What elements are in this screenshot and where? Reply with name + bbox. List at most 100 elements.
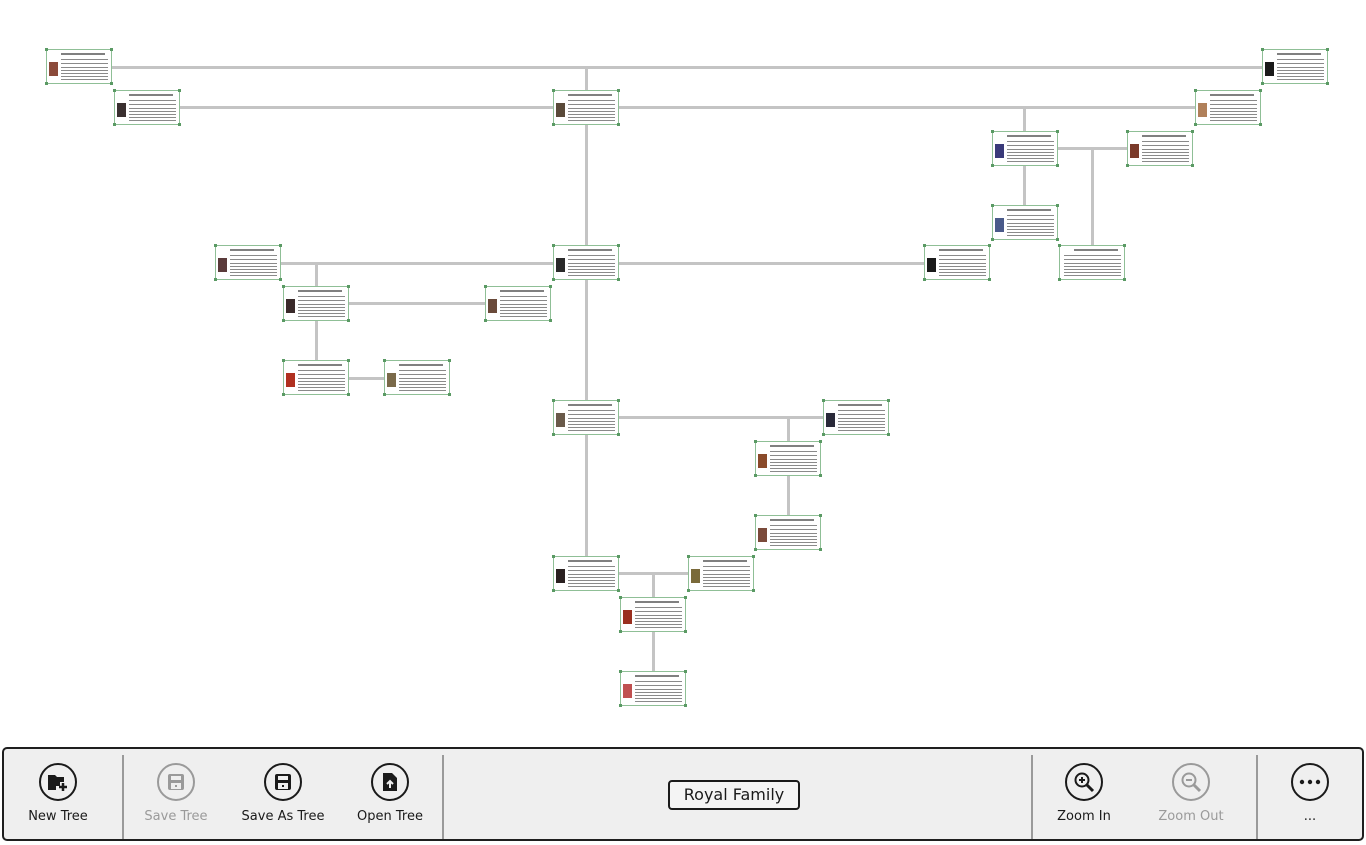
person-card[interactable] [754, 514, 822, 551]
tree-name-field[interactable]: Royal Family [668, 780, 800, 810]
person-details-line [1007, 149, 1054, 150]
person-card[interactable] [45, 48, 113, 85]
card-corner [991, 238, 994, 241]
zoom-out-button[interactable]: Zoom Out [1141, 763, 1241, 824]
connector [349, 377, 384, 380]
card-corner [822, 433, 825, 436]
person-details-line [770, 471, 817, 472]
person-details-line [770, 451, 817, 452]
person-details-line [298, 304, 345, 305]
person-name [838, 404, 882, 406]
save-as-tree-label: Save As Tree [241, 809, 325, 824]
person-card[interactable] [754, 440, 822, 477]
person-details-line [1007, 161, 1054, 162]
person-details-line [1277, 79, 1324, 80]
person-details-line [703, 566, 750, 567]
card-corner [1056, 164, 1059, 167]
person-photo [218, 258, 227, 272]
person-card[interactable] [113, 89, 181, 126]
person-details-line [568, 424, 615, 425]
save-tree-button[interactable]: Save Tree [126, 763, 226, 824]
connector [1023, 165, 1026, 205]
person-details-line [500, 304, 547, 305]
connector [180, 106, 553, 109]
card-corner [1326, 82, 1329, 85]
person-card[interactable] [923, 244, 991, 281]
person-card[interactable] [687, 555, 755, 592]
separator [1256, 755, 1258, 839]
family-tree-canvas[interactable] [0, 0, 1366, 740]
zoom-out-label: Zoom Out [1158, 809, 1224, 824]
card-corner [1058, 278, 1061, 281]
card-corner [347, 319, 350, 322]
person-name [298, 290, 342, 292]
person-details-line [1210, 104, 1257, 105]
person-details-line [703, 586, 750, 587]
person-card[interactable] [1261, 48, 1329, 85]
connector [1023, 106, 1026, 131]
person-details-line [568, 418, 615, 419]
card-corner [684, 630, 687, 633]
person-card[interactable] [552, 89, 620, 126]
person-details-line [568, 583, 615, 584]
person-card[interactable] [619, 670, 687, 707]
person-name [61, 53, 105, 55]
person-card[interactable] [822, 399, 890, 436]
person-card[interactable] [282, 285, 350, 322]
open-tree-button[interactable]: Open Tree [340, 763, 440, 824]
person-name [770, 519, 814, 521]
person-details-line [703, 577, 750, 578]
person-details-line [635, 701, 682, 702]
new-tree-button[interactable]: New Tree [8, 763, 108, 824]
card-corner [113, 89, 116, 92]
person-details-line [1064, 269, 1121, 270]
person-details-line [635, 689, 682, 690]
card-corner [754, 548, 757, 551]
person-details-line [399, 370, 446, 371]
person-name [635, 675, 679, 677]
person-card[interactable] [282, 359, 350, 396]
person-details-line [61, 73, 108, 74]
person-card[interactable] [552, 399, 620, 436]
save-as-tree-button[interactable]: Save As Tree [233, 763, 333, 824]
card-corner [752, 555, 755, 558]
person-details-line [1064, 259, 1121, 260]
person-card[interactable] [552, 555, 620, 592]
card-corner [1194, 89, 1197, 92]
person-card[interactable] [1126, 130, 1194, 167]
person-card[interactable] [383, 359, 451, 396]
person-card[interactable] [214, 244, 282, 281]
person-details-line [1210, 120, 1257, 121]
person-details-line [1142, 158, 1189, 159]
person-details-line [500, 307, 547, 308]
card-corner [1123, 244, 1126, 247]
person-details-line [568, 410, 615, 411]
person-card[interactable] [619, 596, 687, 633]
person-details-line [568, 586, 615, 587]
person-details-line [770, 468, 817, 469]
person-details-line [939, 269, 986, 270]
person-details-line [568, 259, 615, 260]
more-button[interactable]: ... [1260, 763, 1360, 824]
person-card[interactable] [484, 285, 552, 322]
card-corner [991, 164, 994, 167]
card-corner [282, 319, 285, 322]
person-details-line [1007, 235, 1054, 236]
person-card[interactable] [991, 130, 1059, 167]
card-corner [887, 399, 890, 402]
person-card[interactable] [1058, 244, 1126, 281]
card-corner [1056, 204, 1059, 207]
zoom-in-button[interactable]: Zoom In [1034, 763, 1134, 824]
person-details-line [568, 272, 615, 273]
person-card[interactable] [552, 244, 620, 281]
person-card[interactable] [991, 204, 1059, 241]
card-corner [552, 399, 555, 402]
person-name [770, 445, 814, 447]
person-name [703, 560, 747, 562]
person-details-line [61, 76, 108, 77]
person-card[interactable] [1194, 89, 1262, 126]
person-details-line [568, 269, 615, 270]
card-corner [991, 204, 994, 207]
person-details-line [129, 104, 176, 105]
person-details-line [1064, 255, 1121, 256]
